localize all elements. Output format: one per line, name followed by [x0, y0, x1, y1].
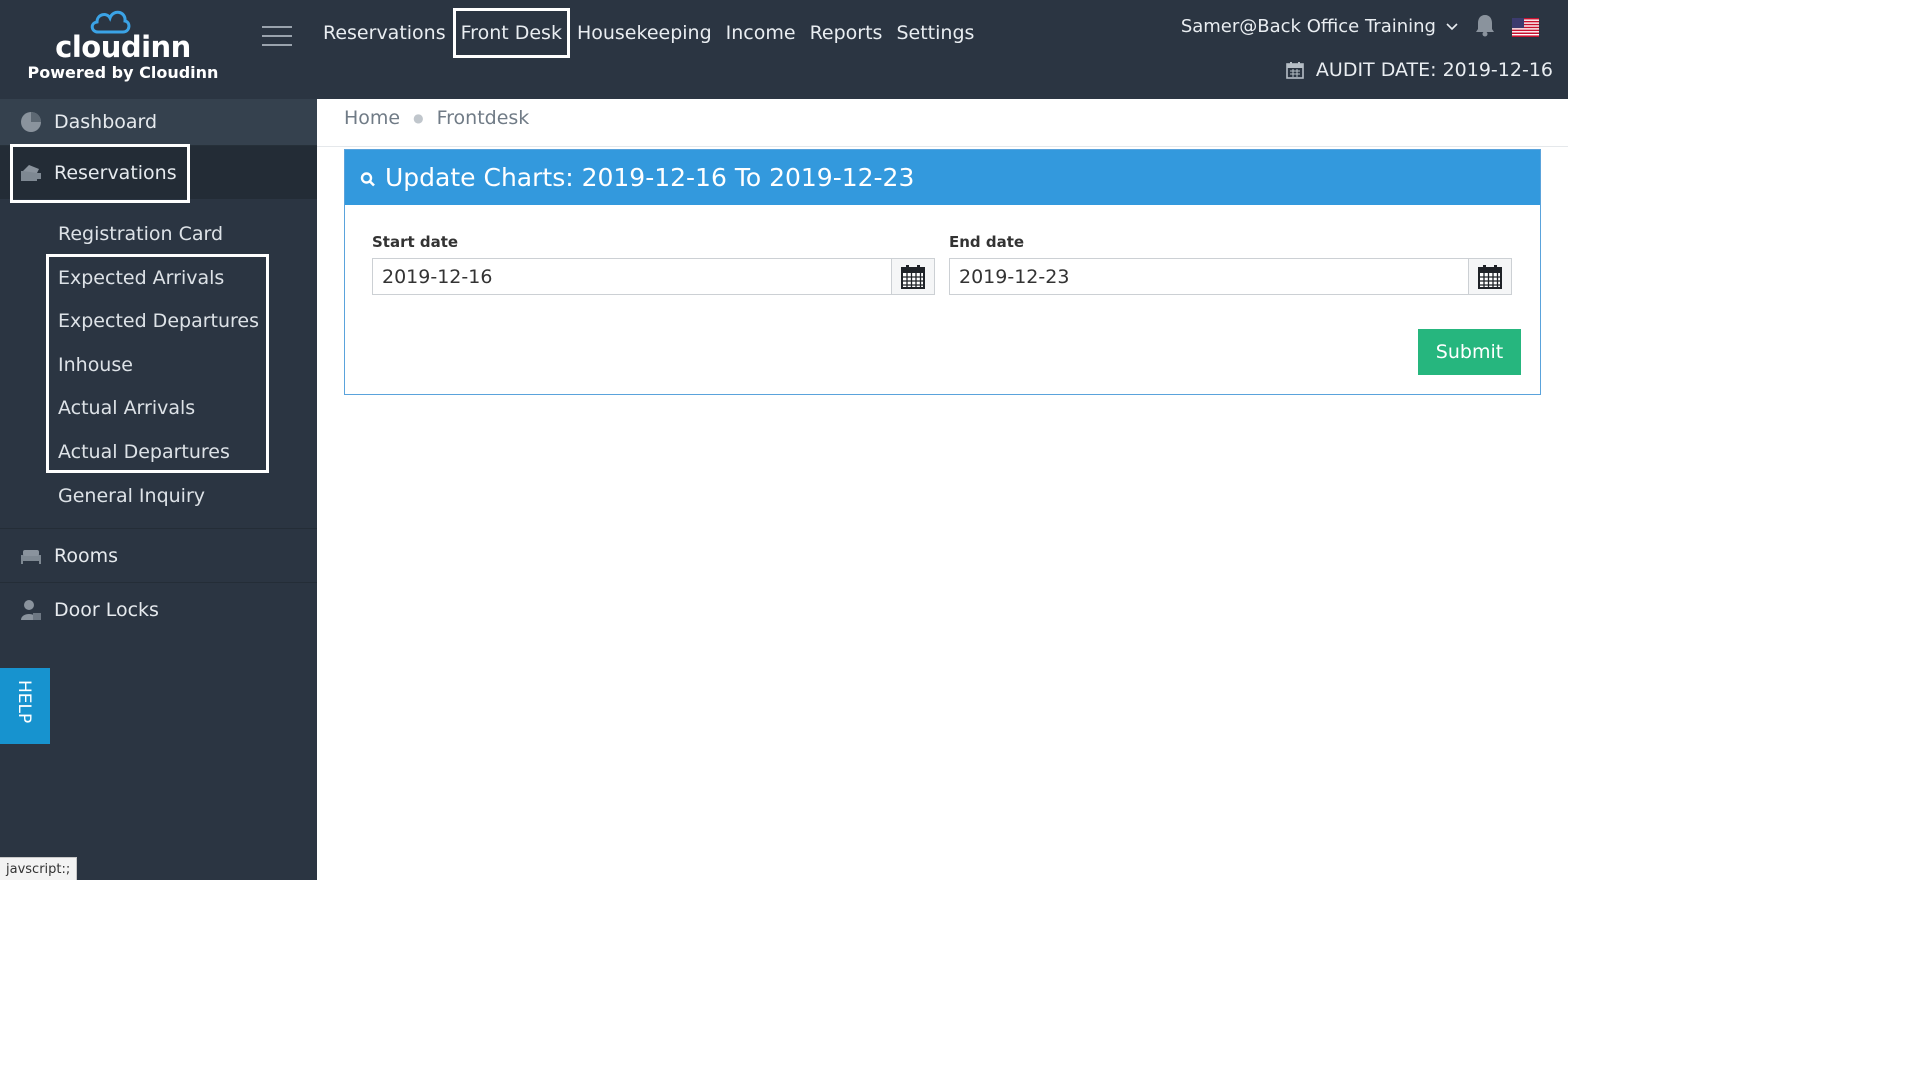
nav-settings[interactable]: Settings [889, 8, 981, 58]
powered-by-text: Powered by Cloudinn [27, 63, 219, 82]
reservations-icon [20, 162, 42, 184]
search-icon [360, 171, 375, 186]
audit-date: AUDIT DATE: 2019-12-16 [1286, 59, 1553, 81]
calendar-icon [1286, 62, 1304, 79]
breadcrumb: Home ● Frontdesk [344, 107, 529, 129]
bell-icon[interactable] [1474, 13, 1496, 37]
sidebar-item-dashboard[interactable]: Dashboard [0, 99, 317, 146]
status-bar-url: javscript:; [0, 857, 78, 880]
end-date-field [949, 258, 1512, 295]
submenu-actual-departures[interactable]: Actual Departures [0, 431, 317, 475]
sidebar-item-door-locks[interactable]: Door Locks [0, 583, 317, 637]
nav-reservations[interactable]: Reservations [316, 8, 453, 58]
top-bar: cloudinn Powered by Cloudinn Reservation… [0, 0, 1568, 99]
submenu-expected-departures[interactable]: Expected Departures [0, 300, 317, 344]
calendar-icon [901, 264, 925, 289]
start-date-label: Start date [372, 233, 459, 251]
sidebar-item-label: Rooms [54, 544, 119, 567]
submenu-actual-arrivals[interactable]: Actual Arrivals [0, 387, 317, 431]
nav-income[interactable]: Income [719, 8, 803, 58]
divider [317, 146, 1568, 147]
submenu-general-inquiry[interactable]: General Inquiry [0, 475, 317, 519]
hamburger-menu-icon[interactable] [262, 26, 292, 48]
breadcrumb-home[interactable]: Home [344, 107, 400, 129]
help-tab[interactable]: HELP [0, 668, 50, 744]
calendar-icon [1478, 264, 1502, 289]
start-date-field [372, 258, 935, 295]
top-navigation: Reservations Front Desk Housekeeping Inc… [316, 8, 981, 58]
logo[interactable]: cloudinn Powered by Cloudinn [0, 0, 246, 99]
user-lock-icon [20, 599, 42, 621]
logo-wordmark: cloudinn [55, 30, 191, 64]
sidebar-item-label: Door Locks [54, 599, 159, 622]
submenu-expected-arrivals[interactable]: Expected Arrivals [0, 257, 317, 301]
reservations-submenu: Registration Card Expected Arrivals Expe… [0, 199, 317, 530]
us-flag-icon[interactable] [1512, 18, 1539, 37]
submenu-registration-card[interactable]: Registration Card [0, 213, 317, 257]
update-charts-panel: Update Charts: 2019-12-16 To 2019-12-23 … [344, 149, 1541, 395]
end-date-input[interactable] [950, 259, 1468, 294]
sidebar-item-label: Dashboard [54, 111, 158, 133]
user-menu[interactable]: Samer@Back Office Training [1181, 16, 1458, 37]
pie-chart-icon [20, 111, 42, 133]
sidebar-item-label: Reservations [54, 161, 177, 184]
breadcrumb-separator: ● [413, 111, 424, 125]
chevron-down-icon [1446, 22, 1458, 30]
end-date-label: End date [949, 233, 1025, 251]
nav-reports[interactable]: Reports [803, 8, 890, 58]
nav-front-desk[interactable]: Front Desk [452, 8, 570, 58]
panel-title: Update Charts: 2019-12-16 To 2019-12-23 [385, 163, 915, 192]
submit-button[interactable]: Submit [1418, 329, 1521, 375]
panel-header: Update Charts: 2019-12-16 To 2019-12-23 [345, 150, 1540, 205]
end-date-picker-button[interactable] [1468, 259, 1511, 294]
help-label: HELP [14, 680, 34, 724]
sidebar-item-rooms[interactable]: Rooms [0, 529, 317, 584]
bed-icon [20, 545, 42, 567]
sidebar: Dashboard Reservations Registration Card… [0, 99, 317, 880]
start-date-picker-button[interactable] [891, 259, 934, 294]
nav-housekeeping[interactable]: Housekeeping [570, 8, 719, 58]
start-date-input[interactable] [373, 259, 891, 294]
user-name: Samer@Back Office Training [1180, 16, 1436, 37]
audit-date-text: AUDIT DATE: 2019-12-16 [1315, 59, 1553, 81]
submenu-inhouse[interactable]: Inhouse [0, 344, 317, 388]
breadcrumb-current: Frontdesk [436, 107, 530, 129]
sidebar-item-reservations[interactable]: Reservations [0, 146, 317, 199]
